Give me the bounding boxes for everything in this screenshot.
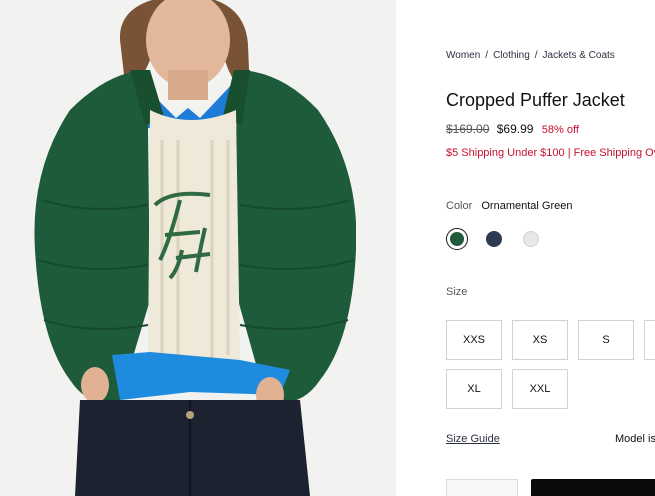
sale-price: $69.99 <box>496 122 534 136</box>
size-option-xl[interactable]: XL <box>446 369 502 409</box>
swatch-dot <box>486 231 502 247</box>
color-label: Color <box>446 200 473 212</box>
color-swatch-navy[interactable] <box>483 228 505 250</box>
size-option-s[interactable]: S <box>578 320 634 360</box>
color-swatch-green[interactable] <box>446 228 468 250</box>
model-wearing-jacket-illustration <box>0 0 396 496</box>
breadcrumb-separator: / <box>534 50 538 61</box>
breadcrumb-clothing[interactable]: Clothing <box>493 50 530 61</box>
shipping-promo: $5 Shipping Under $100 | Free Shipping O… <box>446 147 655 159</box>
size-label: Size <box>446 286 468 298</box>
breadcrumb-women[interactable]: Women <box>446 50 480 61</box>
breadcrumb-separator: / <box>485 50 489 61</box>
product-image[interactable] <box>0 0 396 496</box>
breadcrumb-jackets-coats[interactable]: Jackets & Coats <box>543 50 615 61</box>
swatch-dot <box>450 232 464 246</box>
model-info: Model is <box>615 433 655 445</box>
discount-badge: 58% off <box>541 124 579 136</box>
product-title: Cropped Puffer Jacket <box>446 90 625 110</box>
swatch-dot <box>523 231 539 247</box>
size-guide-link[interactable]: Size Guide <box>446 433 500 445</box>
add-to-bag-button[interactable] <box>531 479 655 496</box>
size-option-xxs[interactable]: XXS <box>446 320 502 360</box>
price-row: $169.00 $69.99 58% off <box>446 122 579 136</box>
size-option-m[interactable]: M <box>644 320 655 360</box>
color-selection: Color Ornamental Green <box>446 200 572 212</box>
selected-color-name: Ornamental Green <box>481 200 573 212</box>
product-details-panel: Women / Clothing / Jackets & Coats Cropped P… <box>446 0 655 496</box>
original-price: $169.00 <box>446 122 490 136</box>
breadcrumb: Women / Clothing / Jackets & Coats <box>446 50 615 61</box>
size-option-xxl[interactable]: XXL <box>512 369 568 409</box>
color-swatch-white[interactable] <box>520 228 542 250</box>
quantity-selector[interactable] <box>446 479 518 496</box>
size-option-xs[interactable]: XS <box>512 320 568 360</box>
